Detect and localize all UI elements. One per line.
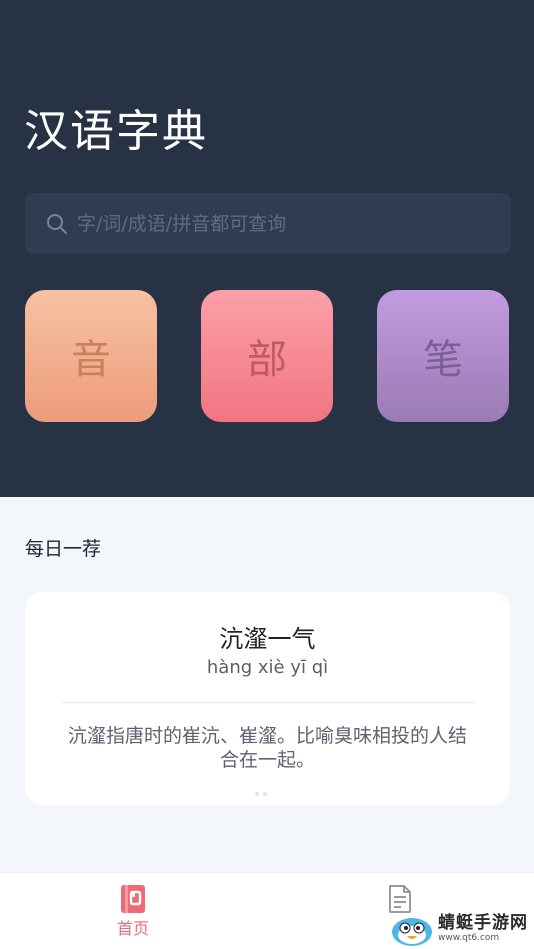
site-watermark: 蜻蜓手游网 www.qt6.com [388, 908, 528, 948]
watermark-name: 蜻蜓手游网 [438, 913, 528, 933]
tab-home-label: 首页 [116, 919, 149, 938]
dragonfly-bird-logo-icon [392, 918, 432, 946]
search-icon [47, 213, 67, 234]
home-book-icon [121, 885, 145, 913]
pager-dot [263, 792, 267, 796]
watermark-url: www.qt6.com [438, 933, 500, 943]
daily-idiom-card[interactable]: 沆瀣一气 hàng xiè yī qì 沆瀣指唐时的崔沆、崔瀣。比喻臭味相投的人… [25, 592, 510, 805]
tab-home[interactable]: 首页 [73, 873, 193, 949]
pager-dot [255, 792, 259, 796]
search-input[interactable] [77, 212, 511, 235]
radical-lookup-button[interactable]: 部 [201, 290, 333, 422]
idiom-word: 沆瀣一气 [219, 625, 316, 653]
app-title: 汉语字典 [24, 106, 208, 157]
stroke-lookup-button[interactable]: 笔 [377, 290, 509, 422]
idiom-pinyin: hàng xiè yī qì [206, 657, 329, 678]
idiom-meaning: 沆瀣指唐时的崔沆、崔瀣。比喻臭味相投的人结合在一起。 [67, 725, 467, 771]
daily-section-title: 每日一荐 [25, 538, 102, 560]
header-panel: 汉语字典 音 部 笔 [0, 0, 534, 497]
search-bar[interactable] [25, 193, 511, 254]
pager-dots [255, 792, 267, 796]
card-divider [61, 702, 474, 703]
pinyin-lookup-button[interactable]: 音 [25, 290, 157, 422]
